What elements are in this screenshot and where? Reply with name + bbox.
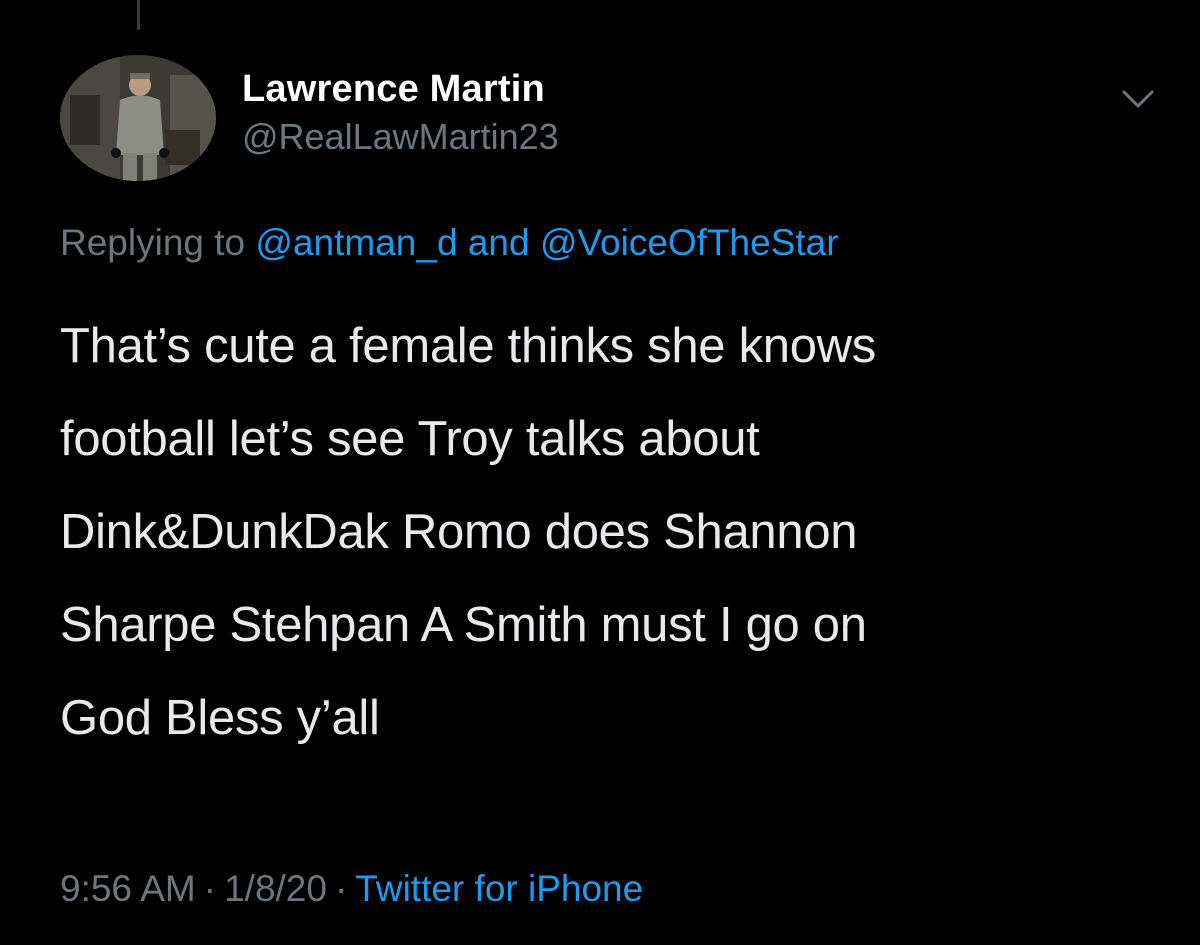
mention-conjunction[interactable]: and (468, 222, 530, 263)
replying-to-line: Replying to @antman_d and @VoiceOfTheSta… (60, 222, 839, 264)
author-names: Lawrence Martin @RealLawMartin23 (242, 67, 559, 159)
tweet-source-link[interactable]: Twitter for iPhone (355, 868, 643, 909)
tweet-header: Lawrence Martin @RealLawMartin23 (60, 55, 1160, 185)
avatar[interactable] (60, 55, 216, 181)
tweet-text-line: God Bless y’all (60, 691, 380, 745)
tweet-text-line: That’s cute a female thinks she knows (60, 319, 876, 373)
mention-link-voiceofthestar[interactable]: @VoiceOfTheStar (540, 222, 839, 263)
profile-photo-icon (60, 55, 216, 181)
meta-separator: · (203, 868, 217, 909)
author-display-name[interactable]: Lawrence Martin (242, 67, 559, 111)
tweet-text-line: football let’s see Troy talks about (60, 412, 760, 466)
tweet-text-line: Sharpe Stehpan A Smith must I go on (60, 598, 867, 652)
thread-connector-line (137, 0, 140, 30)
tweet-text-line: Dink&DunkDak Romo does Shannon (60, 505, 858, 559)
tweet-meta: 9:56 AM · 1/8/20 · Twitter for iPhone (60, 868, 643, 910)
author-handle[interactable]: @RealLawMartin23 (242, 115, 559, 159)
mention-link-antman-d[interactable]: @antman_d (255, 222, 457, 263)
replying-to-label: Replying to (60, 222, 246, 263)
chevron-down-icon[interactable] (1116, 77, 1160, 121)
meta-separator: · (334, 868, 348, 909)
tweet-date[interactable]: 1/8/20 (224, 868, 327, 909)
tweet-time[interactable]: 9:56 AM (60, 868, 196, 909)
tweet-body: That’s cute a female thinks she knows fo… (60, 300, 1160, 765)
